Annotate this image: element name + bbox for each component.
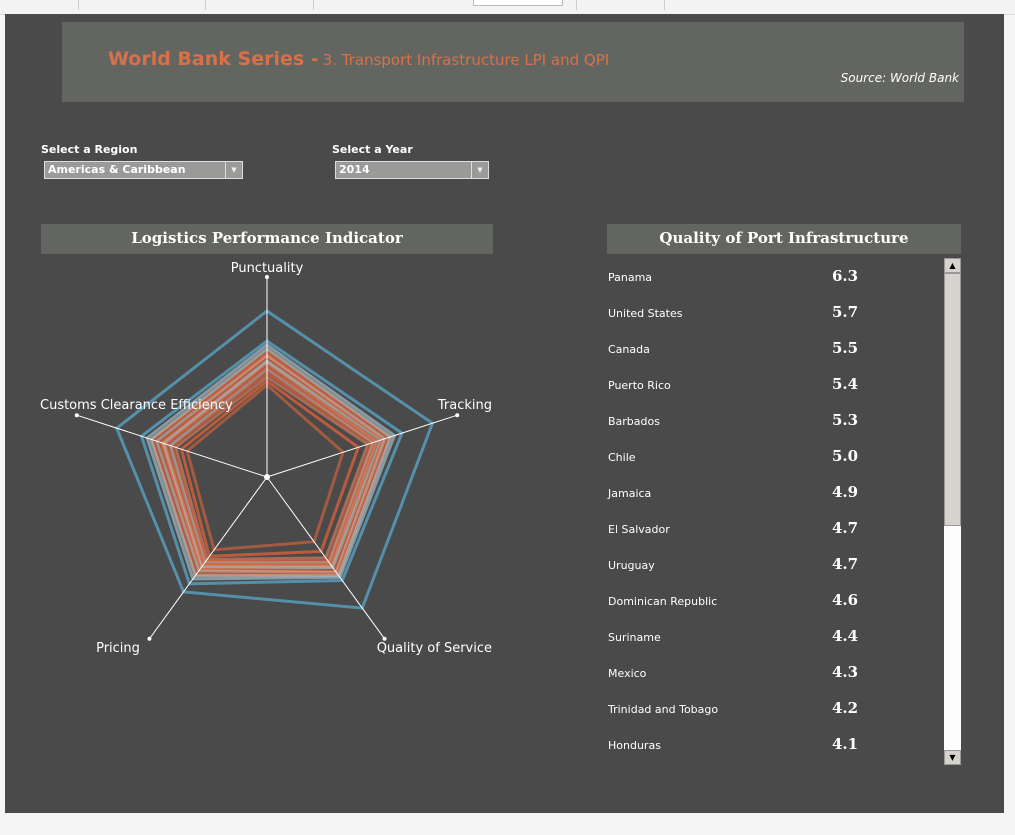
list-item[interactable]: Mexico 4.3 [608, 663, 908, 683]
toolbar-divider [313, 0, 314, 10]
country-name: Honduras [608, 739, 661, 752]
country-name: Suriname [608, 631, 661, 644]
list-item[interactable]: Puerto Rico 5.4 [608, 375, 908, 395]
radar-axis-label: Pricing [96, 641, 140, 656]
chevron-down-icon[interactable]: ▼ [471, 162, 488, 178]
list-item[interactable]: Chile 5.0 [608, 447, 908, 467]
country-name: El Salvador [608, 523, 670, 536]
list-item[interactable]: Panama 6.3 [608, 267, 908, 287]
region-value: Americas & Caribbean [48, 163, 186, 176]
radar-axis-end-dot [455, 413, 460, 418]
list-item[interactable]: Jamaica 4.9 [608, 483, 908, 503]
qpi-value: 4.1 [832, 735, 859, 753]
qpi-value: 4.6 [832, 591, 859, 609]
toolbar [0, 0, 1015, 15]
list-item[interactable]: Honduras 4.1 [608, 735, 908, 755]
toolbar-divider [205, 0, 206, 10]
list-item[interactable]: Barbados 5.3 [608, 411, 908, 431]
radar-axis-label: Customs Clearance Efficiency [40, 398, 233, 413]
radar-chart: Punctuality Tracking Quality of Service Pri… [40, 261, 492, 656]
qpi-value: 4.7 [832, 555, 859, 573]
country-name: Uruguay [608, 559, 655, 572]
source-note: Source: World Bank [840, 71, 959, 85]
toolbar-divider [664, 0, 665, 10]
qpi-value: 5.3 [832, 411, 859, 429]
country-name: Barbados [608, 415, 660, 428]
qpi-value: 4.4 [832, 627, 859, 645]
qpi-value: 4.7 [832, 519, 859, 537]
country-name: Trinidad and Tobago [608, 703, 719, 716]
toolbar-divider [78, 0, 79, 10]
list-item[interactable]: Suriname 4.4 [608, 627, 908, 647]
chevron-down-icon[interactable]: ▼ [225, 162, 242, 178]
radar-axis-end-dot [74, 413, 79, 418]
year-dropdown[interactable]: 2014 ▼ [335, 161, 489, 179]
page-title: World Bank Series -3. Transport Infrastr… [108, 48, 609, 70]
region-label: Select a Region [41, 143, 138, 156]
year-label: Select a Year [332, 143, 413, 156]
qpi-value: 4.9 [832, 483, 859, 501]
country-name: Panama [608, 271, 653, 284]
qpi-value: 4.2 [832, 699, 859, 717]
country-name: Dominican Republic [608, 595, 718, 608]
list-item[interactable]: Uruguay 4.7 [608, 555, 908, 575]
qpi-value: 6.3 [832, 267, 859, 285]
radar-axis-label: Punctuality [231, 261, 304, 276]
year-value: 2014 [339, 163, 370, 176]
scrollbar[interactable]: ▲ ▼ [944, 258, 961, 765]
qpi-value: 4.3 [832, 663, 859, 681]
toolbar-input[interactable] [473, 0, 563, 6]
country-name: Mexico [608, 667, 647, 680]
qpi-panel-title: Quality of Port Infrastructure [607, 224, 961, 254]
list-item[interactable]: Canada 5.5 [608, 339, 908, 359]
country-name: Chile [608, 451, 636, 464]
qpi-value: 5.7 [832, 303, 859, 321]
title-text: World Bank Series - [108, 48, 319, 70]
radar-axis-end-dot [147, 636, 152, 641]
region-dropdown[interactable]: Americas & Caribbean ▼ [44, 161, 243, 179]
qpi-value: 5.4 [832, 375, 859, 393]
scrollbar-thumb[interactable] [944, 273, 961, 526]
radar-axis-label: Tracking [437, 398, 492, 413]
radar-center-dot [264, 474, 270, 480]
list-item[interactable]: United States 5.7 [608, 303, 908, 323]
list-item[interactable]: Dominican Republic 4.6 [608, 591, 908, 611]
subtitle: 3. Transport Infrastructure LPI and QPI [322, 51, 610, 69]
country-name: Canada [608, 343, 650, 356]
qpi-value: 5.5 [832, 339, 859, 357]
country-name: Jamaica [608, 487, 652, 500]
arrow-down-icon[interactable]: ▼ [944, 750, 961, 765]
qpi-value: 5.0 [832, 447, 859, 465]
list-item[interactable]: Trinidad and Tobago 4.2 [608, 699, 908, 719]
arrow-up-icon[interactable]: ▲ [944, 258, 961, 273]
title-banner: World Bank Series -3. Transport Infrastr… [62, 22, 964, 102]
country-name: United States [608, 307, 683, 320]
list-item[interactable]: El Salvador 4.7 [608, 519, 908, 539]
radar-axis-label: Quality of Service [377, 641, 492, 656]
country-name: Puerto Rico [608, 379, 671, 392]
toolbar-divider [576, 0, 577, 10]
